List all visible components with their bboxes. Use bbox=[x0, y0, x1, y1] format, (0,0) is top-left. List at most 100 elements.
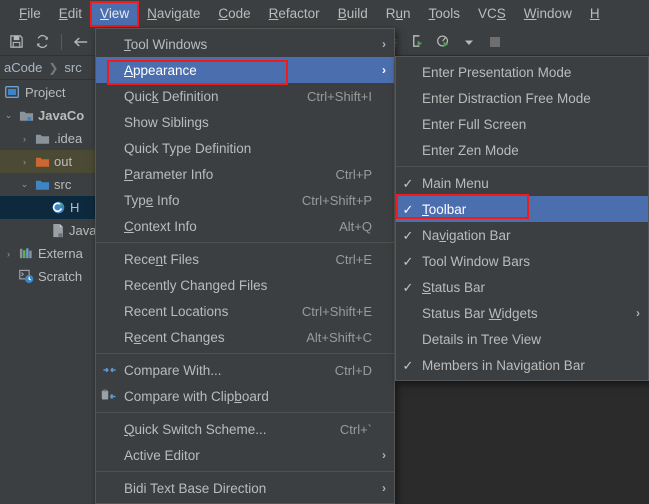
view-menu-item-recent-changes[interactable]: Recent ChangesAlt+Shift+C bbox=[96, 324, 394, 350]
menu-item-shortcut: Ctrl+Shift+P bbox=[284, 193, 372, 208]
menubar-item-file[interactable]: File bbox=[10, 2, 50, 26]
menu-item-label: Active Editor bbox=[122, 448, 372, 463]
stop-icon bbox=[483, 31, 507, 53]
menu-item-label: Navigation Bar bbox=[420, 228, 626, 243]
menu-item-icon-slot bbox=[96, 164, 122, 184]
scratches-icon bbox=[19, 269, 34, 284]
view-menu-item-show-siblings[interactable]: Show Siblings bbox=[96, 109, 394, 135]
java-class-icon bbox=[51, 200, 66, 215]
menubar-item-view[interactable]: View bbox=[91, 2, 138, 26]
appearance-menu-item-enter-zen-mode[interactable]: Enter Zen Mode bbox=[396, 137, 648, 163]
view-menu-item-recent-files[interactable]: Recent FilesCtrl+E bbox=[96, 246, 394, 272]
appearance-menu-item-status-bar[interactable]: ✓Status Bar bbox=[396, 274, 648, 300]
menu-item-icon-slot bbox=[96, 138, 122, 158]
menu-item-label: Members in Navigation Bar bbox=[420, 358, 626, 373]
compare-clipboard-icon bbox=[96, 386, 122, 406]
view-menu-item-parameter-info[interactable]: Parameter InfoCtrl+P bbox=[96, 161, 394, 187]
view-menu-item-context-info[interactable]: Context InfoAlt+Q bbox=[96, 213, 394, 239]
menubar-item-edit[interactable]: Edit bbox=[50, 2, 91, 26]
view-menu-item-tool-windows[interactable]: Tool Windows› bbox=[96, 31, 394, 57]
folder-icon bbox=[35, 132, 50, 146]
menubar-item-window[interactable]: Window bbox=[515, 2, 581, 26]
project-panel-title: Project bbox=[25, 85, 65, 100]
view-menu-item-bidi-text-base-direction[interactable]: Bidi Text Base Direction› bbox=[96, 475, 394, 501]
appearance-menu-item-members-in-navigation-bar[interactable]: ✓Members in Navigation Bar bbox=[396, 352, 648, 378]
menu-item-icon-slot bbox=[96, 86, 122, 106]
checkmark-icon: ✓ bbox=[396, 203, 420, 216]
checkmark-icon: ✓ bbox=[396, 359, 420, 372]
menu-item-icon-slot bbox=[96, 419, 122, 439]
menubar-item-navigate[interactable]: Navigate bbox=[138, 2, 209, 26]
chevron-right-icon[interactable]: › bbox=[2, 249, 15, 259]
external-libraries-icon bbox=[19, 246, 34, 261]
chevron-right-icon: ❯ bbox=[48, 61, 58, 75]
tree-item-label: out bbox=[54, 154, 72, 169]
view-menu-item-quick-type-definition[interactable]: Quick Type Definition bbox=[96, 135, 394, 161]
menu-item-shortcut: Ctrl+P bbox=[318, 167, 372, 182]
appearance-menu-item-main-menu[interactable]: ✓Main Menu bbox=[396, 170, 648, 196]
tree-item-label: Externa bbox=[38, 246, 83, 261]
tree-item-label: H bbox=[70, 200, 79, 215]
breadcrumb-item-1[interactable]: src bbox=[64, 60, 81, 75]
project-window-icon bbox=[5, 85, 19, 99]
view-menu-item-recent-locations[interactable]: Recent LocationsCtrl+Shift+E bbox=[96, 298, 394, 324]
view-menu-item-compare-with-clipboard[interactable]: Compare with Clipboard bbox=[96, 383, 394, 409]
menu-item-icon-slot bbox=[96, 190, 122, 210]
appearance-menu-item-navigation-bar[interactable]: ✓Navigation Bar bbox=[396, 222, 648, 248]
menubar-item-vcs[interactable]: VCS bbox=[469, 2, 515, 26]
ide-window: FileEditViewNavigateCodeRefactorBuildRun… bbox=[0, 0, 649, 504]
profile-icon[interactable] bbox=[431, 31, 455, 53]
appearance-menu-item-tool-window-bars[interactable]: ✓Tool Window Bars bbox=[396, 248, 648, 274]
menu-item-label: Recently Changed Files bbox=[122, 278, 372, 293]
view-menu-item-compare-with[interactable]: Compare With...Ctrl+D bbox=[96, 357, 394, 383]
menu-item-label: Appearance bbox=[122, 63, 372, 78]
main-menu-bar: FileEditViewNavigateCodeRefactorBuildRun… bbox=[0, 0, 649, 28]
view-menu-item-quick-definition[interactable]: Quick DefinitionCtrl+Shift+I bbox=[96, 83, 394, 109]
view-menu-item-type-info[interactable]: Type InfoCtrl+Shift+P bbox=[96, 187, 394, 213]
view-menu-item-active-editor[interactable]: Active Editor› bbox=[96, 442, 394, 468]
menubar-item-refactor[interactable]: Refactor bbox=[260, 2, 329, 26]
appearance-menu-item-enter-distraction-free-mode[interactable]: Enter Distraction Free Mode bbox=[396, 85, 648, 111]
run-with-coverage-icon[interactable] bbox=[405, 31, 429, 53]
view-menu-item-recently-changed-files[interactable]: Recently Changed Files bbox=[96, 272, 394, 298]
breadcrumb-item-0[interactable]: aCode bbox=[4, 60, 42, 75]
back-arrow-icon[interactable] bbox=[69, 31, 93, 53]
menubar-item-build[interactable]: Build bbox=[329, 2, 377, 26]
appearance-menu-item-enter-presentation-mode[interactable]: Enter Presentation Mode bbox=[396, 59, 648, 85]
dropdown-arrow-icon[interactable] bbox=[457, 31, 481, 53]
menubar-item-h[interactable]: H bbox=[581, 2, 609, 26]
appearance-menu-item-status-bar-widgets[interactable]: Status Bar Widgets› bbox=[396, 300, 648, 326]
view-menu-item-quick-switch-scheme[interactable]: Quick Switch Scheme...Ctrl+` bbox=[96, 416, 394, 442]
tree-item-label: Java bbox=[69, 223, 96, 238]
menu-item-label: Enter Zen Mode bbox=[420, 143, 626, 158]
save-icon[interactable] bbox=[4, 31, 28, 53]
menubar-item-tools[interactable]: Tools bbox=[420, 2, 470, 26]
menubar-item-run[interactable]: Run bbox=[377, 2, 420, 26]
menu-item-shortcut: Ctrl+Shift+I bbox=[289, 89, 372, 104]
appearance-menu-item-details-in-tree-view[interactable]: Details in Tree View bbox=[396, 326, 648, 352]
menu-item-label: Bidi Text Base Direction bbox=[122, 481, 372, 496]
menu-item-icon-slot bbox=[96, 34, 122, 54]
appearance-menu-item-enter-full-screen[interactable]: Enter Full Screen bbox=[396, 111, 648, 137]
view-menu-item-appearance[interactable]: Appearance› bbox=[96, 57, 394, 83]
chevron-right-icon[interactable]: › bbox=[18, 134, 31, 144]
appearance-submenu-popup[interactable]: Enter Presentation ModeEnter Distraction… bbox=[395, 56, 649, 381]
chevron-down-icon[interactable]: ⌄ bbox=[2, 110, 15, 121]
tree-item-label: JavaCo bbox=[38, 108, 84, 123]
menu-item-shortcut: Ctrl+` bbox=[322, 422, 372, 437]
submenu-chevron-icon: › bbox=[372, 63, 386, 77]
sync-icon[interactable] bbox=[30, 31, 54, 53]
source-folder-icon bbox=[35, 178, 50, 192]
menu-item-label: Status Bar bbox=[420, 280, 626, 295]
menubar-item-code[interactable]: Code bbox=[209, 2, 259, 26]
submenu-chevron-icon: › bbox=[372, 448, 386, 462]
tree-item-label: Scratch bbox=[38, 269, 82, 284]
excluded-folder-icon bbox=[35, 155, 50, 169]
chevron-down-icon[interactable]: ⌄ bbox=[18, 179, 31, 190]
menu-separator bbox=[396, 166, 648, 167]
menu-separator bbox=[96, 471, 394, 472]
tree-item-label: src bbox=[54, 177, 71, 192]
appearance-menu-item-toolbar[interactable]: ✓Toolbar bbox=[396, 196, 648, 222]
chevron-right-icon[interactable]: › bbox=[18, 157, 31, 167]
view-menu-popup[interactable]: Tool Windows›Appearance›Quick Definition… bbox=[95, 28, 395, 504]
